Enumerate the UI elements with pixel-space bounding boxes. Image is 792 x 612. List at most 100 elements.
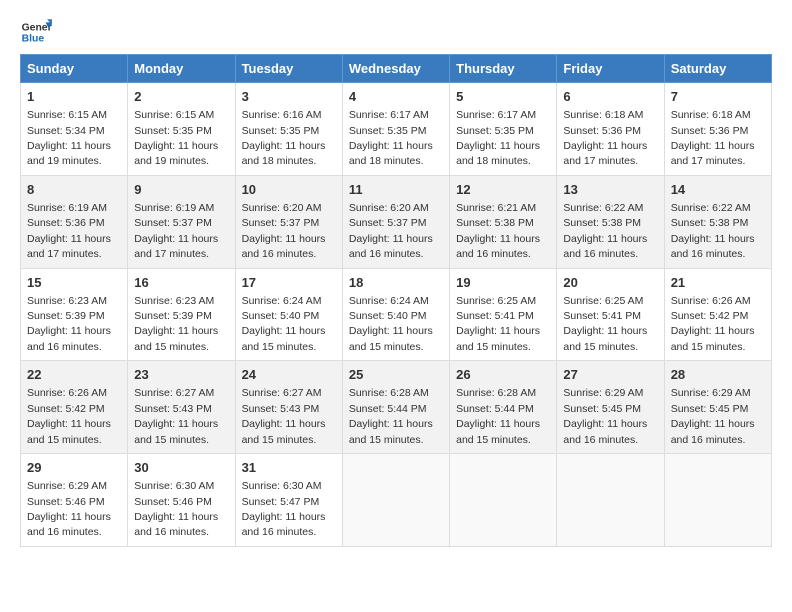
sunrise-info: Sunrise: 6:23 AMSunset: 5:39 PMDaylight:…	[134, 295, 218, 353]
column-header-saturday: Saturday	[664, 55, 771, 83]
day-number: 18	[349, 274, 443, 292]
day-number: 6	[563, 88, 657, 106]
sunrise-info: Sunrise: 6:27 AMSunset: 5:43 PMDaylight:…	[134, 387, 218, 445]
calendar-cell: 11 Sunrise: 6:20 AMSunset: 5:37 PMDayligh…	[342, 175, 449, 268]
day-number: 5	[456, 88, 550, 106]
day-number: 31	[242, 459, 336, 477]
day-number: 1	[27, 88, 121, 106]
sunrise-info: Sunrise: 6:28 AMSunset: 5:44 PMDaylight:…	[349, 387, 433, 445]
day-number: 9	[134, 181, 228, 199]
day-number: 24	[242, 366, 336, 384]
day-number: 19	[456, 274, 550, 292]
calendar-cell: 26 Sunrise: 6:28 AMSunset: 5:44 PMDayligh…	[450, 361, 557, 454]
sunrise-info: Sunrise: 6:20 AMSunset: 5:37 PMDaylight:…	[349, 202, 433, 260]
calendar-cell: 10 Sunrise: 6:20 AMSunset: 5:37 PMDayligh…	[235, 175, 342, 268]
day-number: 29	[27, 459, 121, 477]
calendar-cell: 24 Sunrise: 6:27 AMSunset: 5:43 PMDayligh…	[235, 361, 342, 454]
day-number: 20	[563, 274, 657, 292]
sunrise-info: Sunrise: 6:27 AMSunset: 5:43 PMDaylight:…	[242, 387, 326, 445]
day-number: 16	[134, 274, 228, 292]
day-number: 27	[563, 366, 657, 384]
calendar-cell: 29 Sunrise: 6:29 AMSunset: 5:46 PMDayligh…	[21, 454, 128, 547]
calendar-cell: 25 Sunrise: 6:28 AMSunset: 5:44 PMDayligh…	[342, 361, 449, 454]
calendar-cell: 19 Sunrise: 6:25 AMSunset: 5:41 PMDayligh…	[450, 268, 557, 361]
calendar-cell: 28 Sunrise: 6:29 AMSunset: 5:45 PMDayligh…	[664, 361, 771, 454]
sunrise-info: Sunrise: 6:29 AMSunset: 5:46 PMDaylight:…	[27, 480, 111, 538]
column-header-sunday: Sunday	[21, 55, 128, 83]
day-number: 15	[27, 274, 121, 292]
sunrise-info: Sunrise: 6:25 AMSunset: 5:41 PMDaylight:…	[456, 295, 540, 353]
calendar-cell: 7 Sunrise: 6:18 AMSunset: 5:36 PMDaylight…	[664, 83, 771, 176]
day-number: 10	[242, 181, 336, 199]
column-header-thursday: Thursday	[450, 55, 557, 83]
calendar-cell: 21 Sunrise: 6:26 AMSunset: 5:42 PMDayligh…	[664, 268, 771, 361]
calendar-cell: 27 Sunrise: 6:29 AMSunset: 5:45 PMDayligh…	[557, 361, 664, 454]
day-number: 23	[134, 366, 228, 384]
day-number: 22	[27, 366, 121, 384]
sunrise-info: Sunrise: 6:17 AMSunset: 5:35 PMDaylight:…	[456, 109, 540, 167]
day-number: 8	[27, 181, 121, 199]
day-number: 12	[456, 181, 550, 199]
calendar-cell: 9 Sunrise: 6:19 AMSunset: 5:37 PMDaylight…	[128, 175, 235, 268]
sunrise-info: Sunrise: 6:19 AMSunset: 5:37 PMDaylight:…	[134, 202, 218, 260]
calendar-cell: 14 Sunrise: 6:22 AMSunset: 5:38 PMDayligh…	[664, 175, 771, 268]
sunrise-info: Sunrise: 6:19 AMSunset: 5:36 PMDaylight:…	[27, 202, 111, 260]
logo-icon: General Blue	[20, 16, 52, 48]
day-number: 17	[242, 274, 336, 292]
sunrise-info: Sunrise: 6:26 AMSunset: 5:42 PMDaylight:…	[27, 387, 111, 445]
day-number: 2	[134, 88, 228, 106]
calendar-cell	[557, 454, 664, 547]
page-header: General Blue	[20, 16, 772, 48]
week-row-2: 8 Sunrise: 6:19 AMSunset: 5:36 PMDaylight…	[21, 175, 772, 268]
day-number: 21	[671, 274, 765, 292]
calendar-cell: 1 Sunrise: 6:15 AMSunset: 5:34 PMDaylight…	[21, 83, 128, 176]
calendar-table: SundayMondayTuesdayWednesdayThursdayFrid…	[20, 54, 772, 547]
sunrise-info: Sunrise: 6:25 AMSunset: 5:41 PMDaylight:…	[563, 295, 647, 353]
sunrise-info: Sunrise: 6:15 AMSunset: 5:34 PMDaylight:…	[27, 109, 111, 167]
calendar-cell: 18 Sunrise: 6:24 AMSunset: 5:40 PMDayligh…	[342, 268, 449, 361]
calendar-cell: 4Sunrise: 6:17 AMSunset: 5:35 PMDaylight…	[342, 83, 449, 176]
sunrise-info: Sunrise: 6:18 AMSunset: 5:36 PMDaylight:…	[563, 109, 647, 167]
calendar-cell	[664, 454, 771, 547]
calendar-cell: 30Sunrise: 6:30 AMSunset: 5:46 PMDayligh…	[128, 454, 235, 547]
header-row: SundayMondayTuesdayWednesdayThursdayFrid…	[21, 55, 772, 83]
calendar-cell: 23 Sunrise: 6:27 AMSunset: 5:43 PMDayligh…	[128, 361, 235, 454]
calendar-cell: 16 Sunrise: 6:23 AMSunset: 5:39 PMDayligh…	[128, 268, 235, 361]
sunrise-info: Sunrise: 6:29 AMSunset: 5:45 PMDaylight:…	[563, 387, 647, 445]
column-header-wednesday: Wednesday	[342, 55, 449, 83]
sunrise-info: Sunrise: 6:28 AMSunset: 5:44 PMDaylight:…	[456, 387, 540, 445]
week-row-4: 22 Sunrise: 6:26 AMSunset: 5:42 PMDayligh…	[21, 361, 772, 454]
sunrise-info: Sunrise: 6:24 AMSunset: 5:40 PMDaylight:…	[242, 295, 326, 353]
sunrise-info: Sunrise: 6:20 AMSunset: 5:37 PMDaylight:…	[242, 202, 326, 260]
sunrise-info: Sunrise: 6:16 AMSunset: 5:35 PMDaylight:…	[242, 109, 326, 167]
day-number: 11	[349, 181, 443, 199]
day-number: 26	[456, 366, 550, 384]
day-number: 7	[671, 88, 765, 106]
calendar-cell	[450, 454, 557, 547]
logo: General Blue	[20, 16, 52, 48]
calendar-cell: 22 Sunrise: 6:26 AMSunset: 5:42 PMDayligh…	[21, 361, 128, 454]
day-number: 14	[671, 181, 765, 199]
calendar-cell: 6 Sunrise: 6:18 AMSunset: 5:36 PMDaylight…	[557, 83, 664, 176]
sunrise-info: Sunrise: 6:22 AMSunset: 5:38 PMDaylight:…	[563, 202, 647, 260]
calendar-cell: 12 Sunrise: 6:21 AMSunset: 5:38 PMDayligh…	[450, 175, 557, 268]
sunrise-info: Sunrise: 6:26 AMSunset: 5:42 PMDaylight:…	[671, 295, 755, 353]
column-header-monday: Monday	[128, 55, 235, 83]
sunrise-info: Sunrise: 6:18 AMSunset: 5:36 PMDaylight:…	[671, 109, 755, 167]
sunrise-info: Sunrise: 6:29 AMSunset: 5:45 PMDaylight:…	[671, 387, 755, 445]
sunrise-info: Sunrise: 6:21 AMSunset: 5:38 PMDaylight:…	[456, 202, 540, 260]
calendar-cell: 3Sunrise: 6:16 AMSunset: 5:35 PMDaylight…	[235, 83, 342, 176]
week-row-5: 29 Sunrise: 6:29 AMSunset: 5:46 PMDayligh…	[21, 454, 772, 547]
day-number: 25	[349, 366, 443, 384]
sunrise-info: Sunrise: 6:22 AMSunset: 5:38 PMDaylight:…	[671, 202, 755, 260]
sunrise-info: Sunrise: 6:17 AMSunset: 5:35 PMDaylight:…	[349, 109, 433, 167]
calendar-cell: 15Sunrise: 6:23 AMSunset: 5:39 PMDayligh…	[21, 268, 128, 361]
calendar-cell: 31Sunrise: 6:30 AMSunset: 5:47 PMDayligh…	[235, 454, 342, 547]
column-header-friday: Friday	[557, 55, 664, 83]
day-number: 30	[134, 459, 228, 477]
column-header-tuesday: Tuesday	[235, 55, 342, 83]
sunrise-info: Sunrise: 6:24 AMSunset: 5:40 PMDaylight:…	[349, 295, 433, 353]
day-number: 28	[671, 366, 765, 384]
week-row-3: 15 Sunrise: 6:23 AMSunset: 5:39 PMDayligh…	[21, 268, 772, 361]
calendar-cell: 8 Sunrise: 6:19 AMSunset: 5:36 PMDaylight…	[21, 175, 128, 268]
